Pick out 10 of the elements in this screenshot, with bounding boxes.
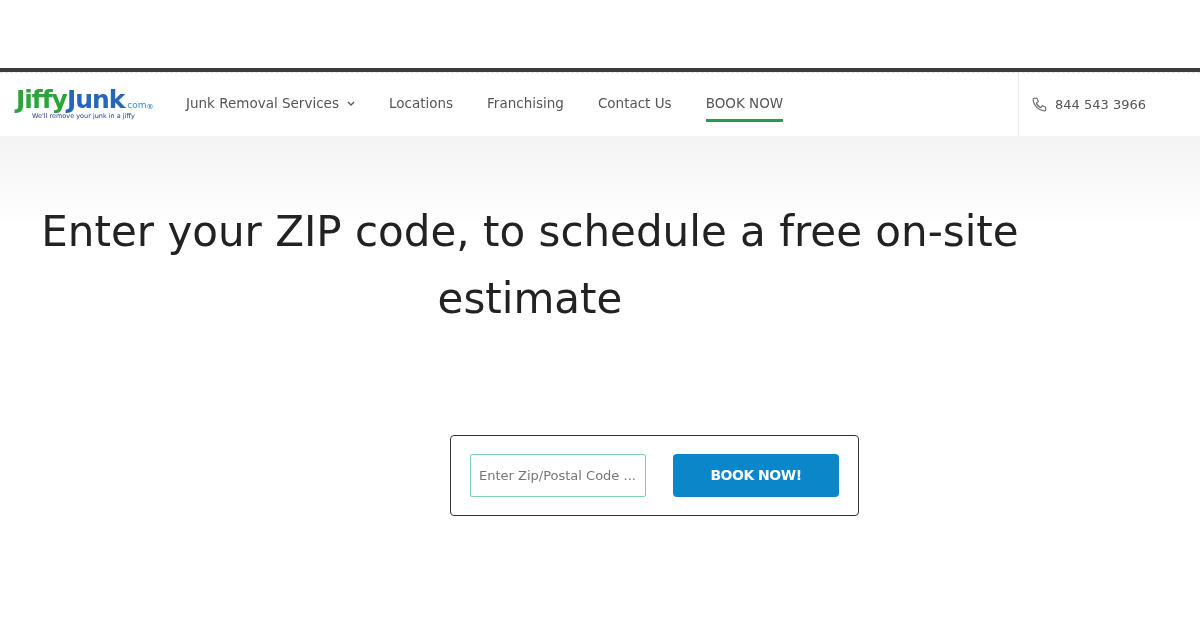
phone-number[interactable]: 844 543 3966 bbox=[1055, 94, 1146, 115]
book-button[interactable]: BOOK NOW! bbox=[673, 454, 839, 497]
nav-link[interactable]: Contact Us bbox=[597, 87, 672, 122]
phone-icon bbox=[1031, 96, 1047, 113]
nav-link[interactable]: Franchising bbox=[487, 87, 564, 122]
nav-link[interactable]: BOOK NOW bbox=[705, 87, 784, 122]
page-heading: Enter your ZIP code, to schedule a free on-site estimate bbox=[40, 206, 1020, 325]
zip-field[interactable]: Enter Zip/Postal Code ... bbox=[470, 454, 646, 497]
nav-link[interactable]: Locations bbox=[388, 87, 454, 122]
nav-link[interactable]: Junk Removal Services bbox=[186, 87, 355, 122]
